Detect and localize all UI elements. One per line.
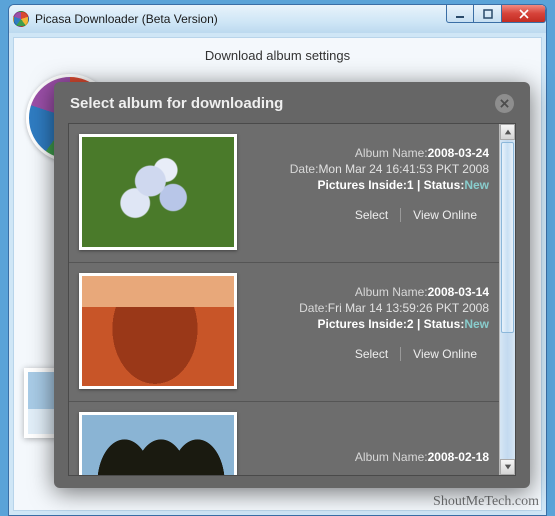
album-thumbnail[interactable] [79,134,237,250]
date-label: Date: [290,162,319,176]
album-row: Album Name:2008-02-18 [69,402,499,475]
status-label: Status: [424,317,465,331]
window-title: Picasa Downloader (Beta Version) [35,12,218,26]
select-button[interactable]: Select [343,208,401,222]
pictures-label: Pictures Inside: [318,178,407,192]
modal-close-button[interactable] [495,94,514,113]
maximize-button[interactable] [474,5,502,23]
scroll-down-button[interactable] [500,459,515,475]
minimize-button[interactable] [446,5,474,23]
album-row: Album Name:2008-03-24 Date:Mon Mar 24 16… [69,124,499,263]
scroll-up-button[interactable] [500,124,515,140]
status-value: New [464,317,489,331]
watermark: ShoutMeTech.com [433,494,539,510]
divider: | [417,178,420,192]
date-label: Date: [299,301,328,315]
window-close-button[interactable] [502,5,546,23]
album-name-label: Album Name: [355,146,428,160]
album-info: Album Name:2008-02-18 [251,412,489,475]
album-info: Album Name:2008-03-14 Date:Fri Mar 14 13… [251,273,489,389]
status-value: New [464,178,489,192]
date-value: Fri Mar 14 13:59:26 PKT 2008 [328,301,489,315]
window-controls [446,5,546,23]
album-name-label: Album Name: [355,285,428,299]
scroll-thumb[interactable] [501,142,514,333]
scrollbar[interactable] [499,124,515,475]
view-online-button[interactable]: View Online [401,208,489,222]
album-name-value: 2008-02-18 [428,450,489,464]
album-list-container: Album Name:2008-03-24 Date:Mon Mar 24 16… [68,123,516,476]
album-info: Album Name:2008-03-24 Date:Mon Mar 24 16… [251,134,489,250]
album-thumbnail[interactable] [79,273,237,389]
titlebar[interactable]: Picasa Downloader (Beta Version) [9,5,546,33]
album-list: Album Name:2008-03-24 Date:Mon Mar 24 16… [69,124,499,475]
select-album-modal: Select album for downloading Album Name:… [54,82,530,488]
scroll-track[interactable] [500,140,515,459]
pictures-value: 2 [407,317,414,331]
date-value: Mon Mar 24 16:41:53 PKT 2008 [318,162,489,176]
modal-header: Select album for downloading [68,92,516,123]
view-online-button[interactable]: View Online [401,347,489,361]
status-label: Status: [424,178,465,192]
album-thumbnail[interactable] [79,412,237,475]
settings-heading: Download album settings [14,46,541,73]
album-name-label: Album Name: [355,450,428,464]
album-name-value: 2008-03-24 [428,146,489,160]
app-icon [13,11,29,27]
pictures-label: Pictures Inside: [318,317,407,331]
album-name-value: 2008-03-14 [428,285,489,299]
select-button[interactable]: Select [343,347,401,361]
album-row: Album Name:2008-03-14 Date:Fri Mar 14 13… [69,263,499,402]
modal-title: Select album for downloading [70,95,283,112]
pictures-value: 1 [407,178,414,192]
divider: | [417,317,420,331]
